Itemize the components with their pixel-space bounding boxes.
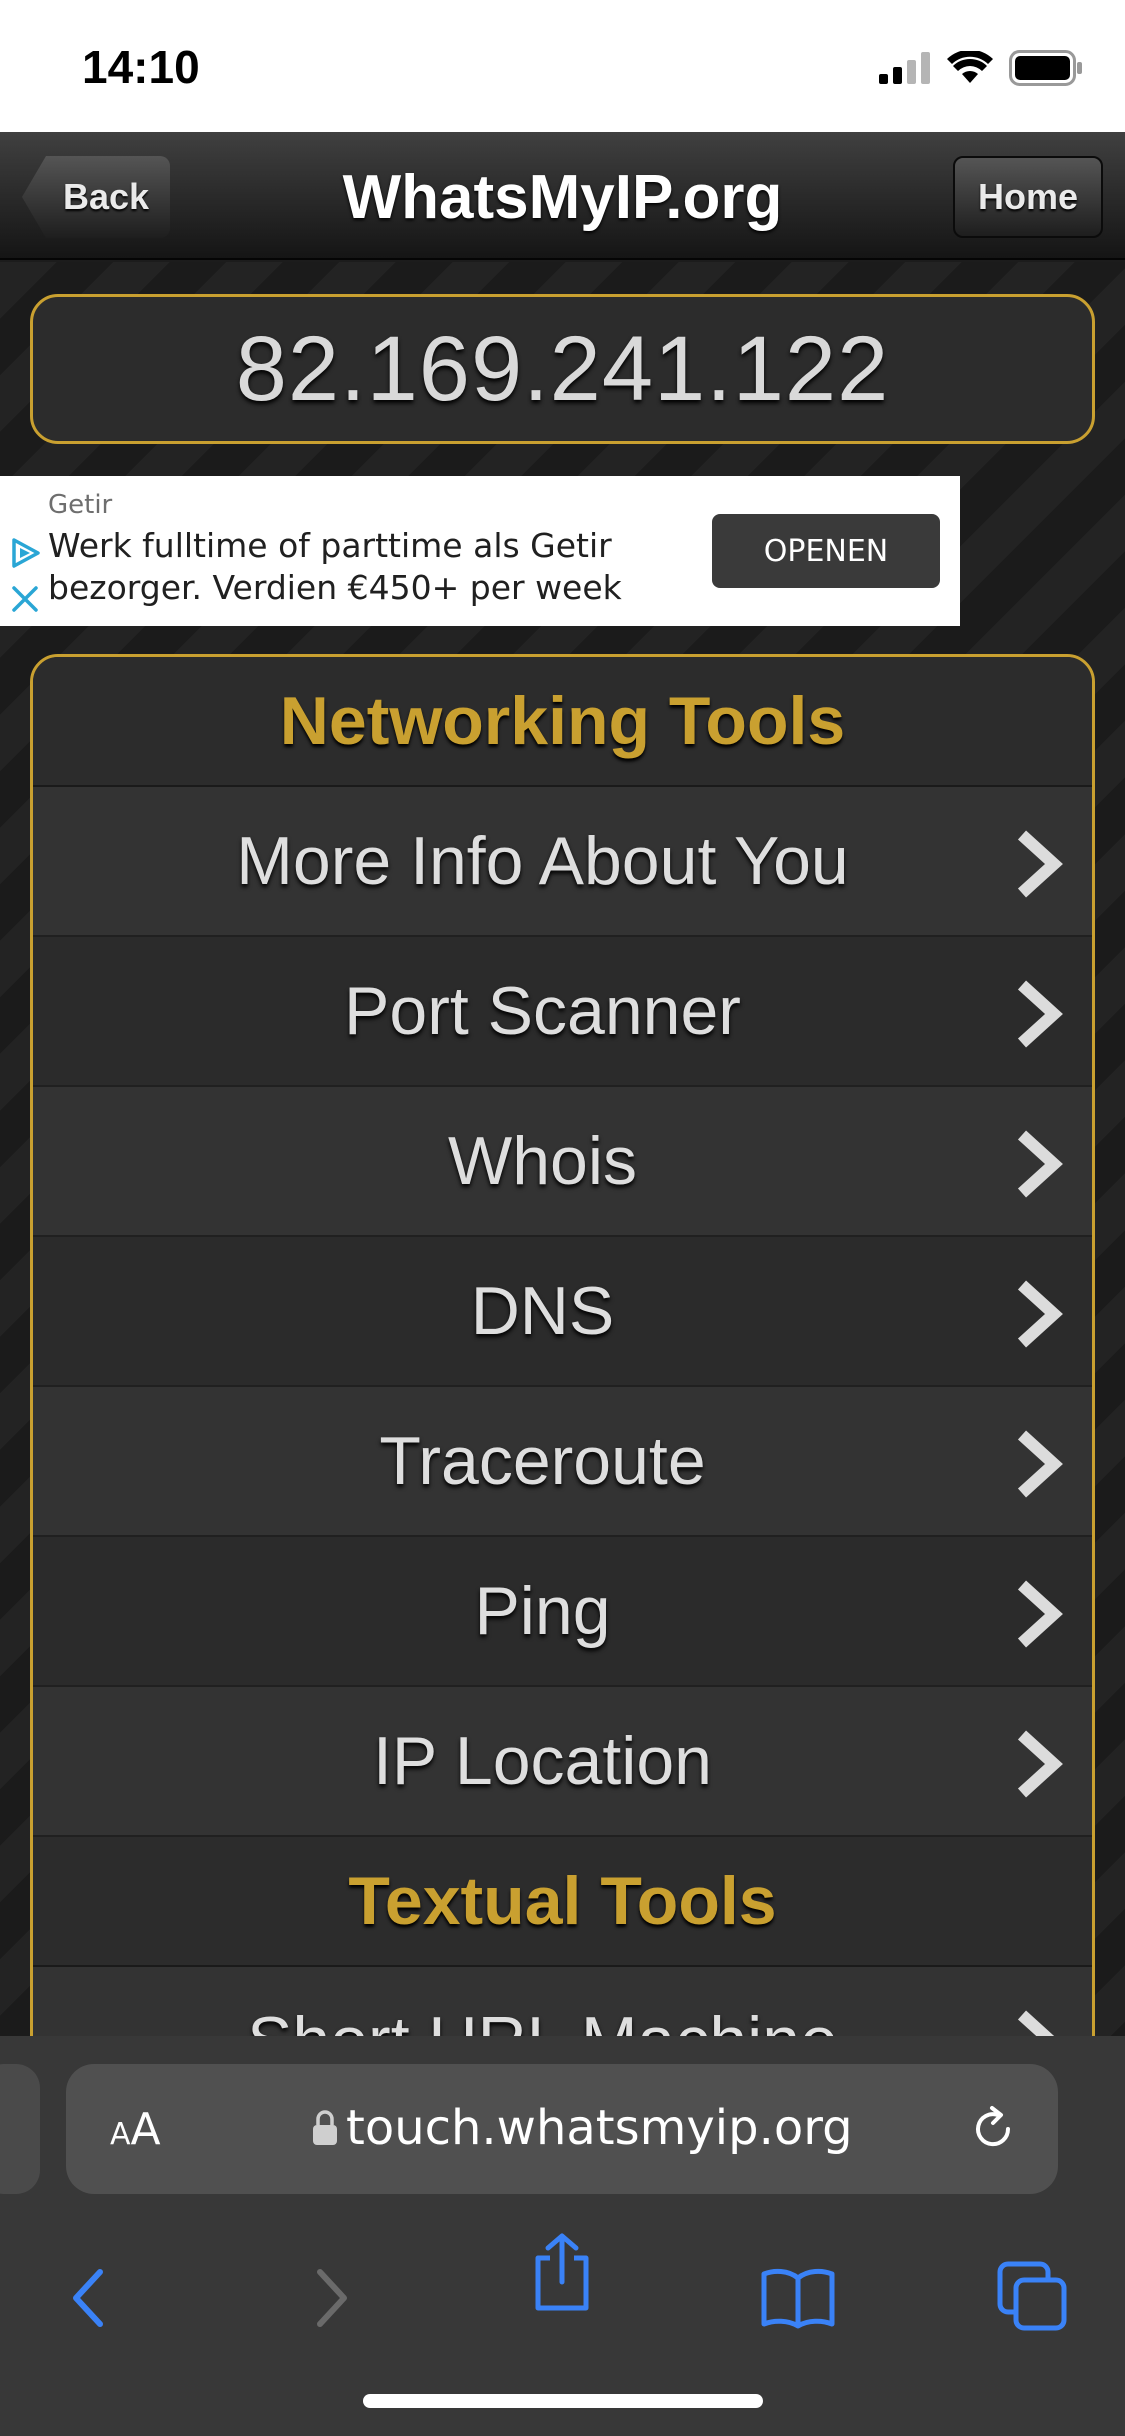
chevron-left-icon[interactable] [66, 2266, 110, 2330]
share-icon[interactable] [530, 2232, 594, 2312]
bookmarks-icon[interactable] [760, 2268, 836, 2330]
browser-bottom-bar: AA touch.whatsmyip.org [0, 2036, 1125, 2436]
chevron-right-icon [1017, 1580, 1063, 1648]
adchoices-icon[interactable] [8, 536, 42, 570]
textual-tools-header: Textual Tools [33, 1837, 1092, 1967]
tool-item-label: Port Scanner [344, 973, 741, 1049]
lock-icon [313, 2110, 337, 2145]
ad-text-line-1: Werk fulltime of parttime als Getir [48, 526, 612, 565]
tool-item-port-scanner[interactable]: Port Scanner [33, 937, 1092, 1087]
cellular-signal-icon [879, 52, 930, 84]
tool-item-more-info[interactable]: More Info About You [33, 787, 1092, 937]
tool-item-traceroute[interactable]: Traceroute [33, 1387, 1092, 1537]
tool-item-short-url[interactable]: Short URL Machine [33, 1967, 1092, 2036]
site-navbar: Back WhatsMyIP.org Home [0, 132, 1125, 260]
chevron-right-icon [1017, 1130, 1063, 1198]
ad-close-icon[interactable] [10, 584, 40, 614]
tool-item-label: More Info About You [236, 823, 849, 899]
ip-address: 82.169.241.122 [235, 317, 890, 420]
tool-item-whois[interactable]: Whois [33, 1087, 1092, 1237]
chevron-right-icon[interactable] [310, 2266, 354, 2330]
address-bar[interactable]: AA touch.whatsmyip.org [66, 2064, 1058, 2194]
reload-icon[interactable] [968, 2104, 1018, 2154]
battery-icon [1009, 50, 1082, 86]
networking-tools-header: Networking Tools [33, 657, 1092, 787]
tool-item-label: Whois [448, 1123, 637, 1199]
tool-item-ip-location[interactable]: IP Location [33, 1687, 1092, 1837]
tool-item-label: IP Location [372, 1723, 712, 1799]
status-time: 14:10 [82, 41, 200, 93]
chevron-right-icon [1017, 830, 1063, 898]
chevron-right-icon [1017, 1430, 1063, 1498]
page-content[interactable]: 82.169.241.122 Getir Werk fulltime of pa… [0, 262, 1125, 2036]
home-button[interactable]: Home [953, 156, 1103, 238]
tool-item-label: Ping [474, 1573, 611, 1649]
ad-open-button[interactable]: OPENEN [712, 514, 940, 588]
chevron-right-icon [1017, 980, 1063, 1048]
tools-panel: Networking Tools More Info About You Por… [30, 654, 1095, 2036]
ad-banner[interactable]: Getir Werk fulltime of parttime als Geti… [0, 476, 960, 626]
tabs-icon[interactable] [996, 2260, 1068, 2332]
home-indicator [363, 2394, 763, 2408]
previous-tab-stub[interactable] [0, 2064, 40, 2194]
tool-item-label: DNS [470, 1273, 615, 1349]
url-text: touch.whatsmyip.org [346, 2100, 853, 2156]
status-icons [879, 48, 1083, 88]
url-display[interactable]: touch.whatsmyip.org [312, 2100, 853, 2156]
tool-item-label: Traceroute [379, 1423, 706, 1499]
ad-sponsor: Getir [48, 490, 113, 520]
tool-item-dns[interactable]: DNS [33, 1237, 1092, 1387]
ad-text-line-2: bezorger. Verdien €450+ per week [48, 568, 622, 607]
tool-item-ping[interactable]: Ping [33, 1537, 1092, 1687]
chevron-right-icon [1017, 2010, 1055, 2036]
tool-item-label: Short URL Machine [247, 2002, 838, 2036]
reader-options-button[interactable]: AA [110, 2104, 161, 2155]
chevron-right-icon [1017, 1280, 1063, 1348]
ip-address-box: 82.169.241.122 [30, 294, 1095, 444]
chevron-right-icon [1017, 1730, 1063, 1798]
wifi-icon [947, 51, 993, 83]
status-bar: 14:10 [0, 0, 1125, 132]
